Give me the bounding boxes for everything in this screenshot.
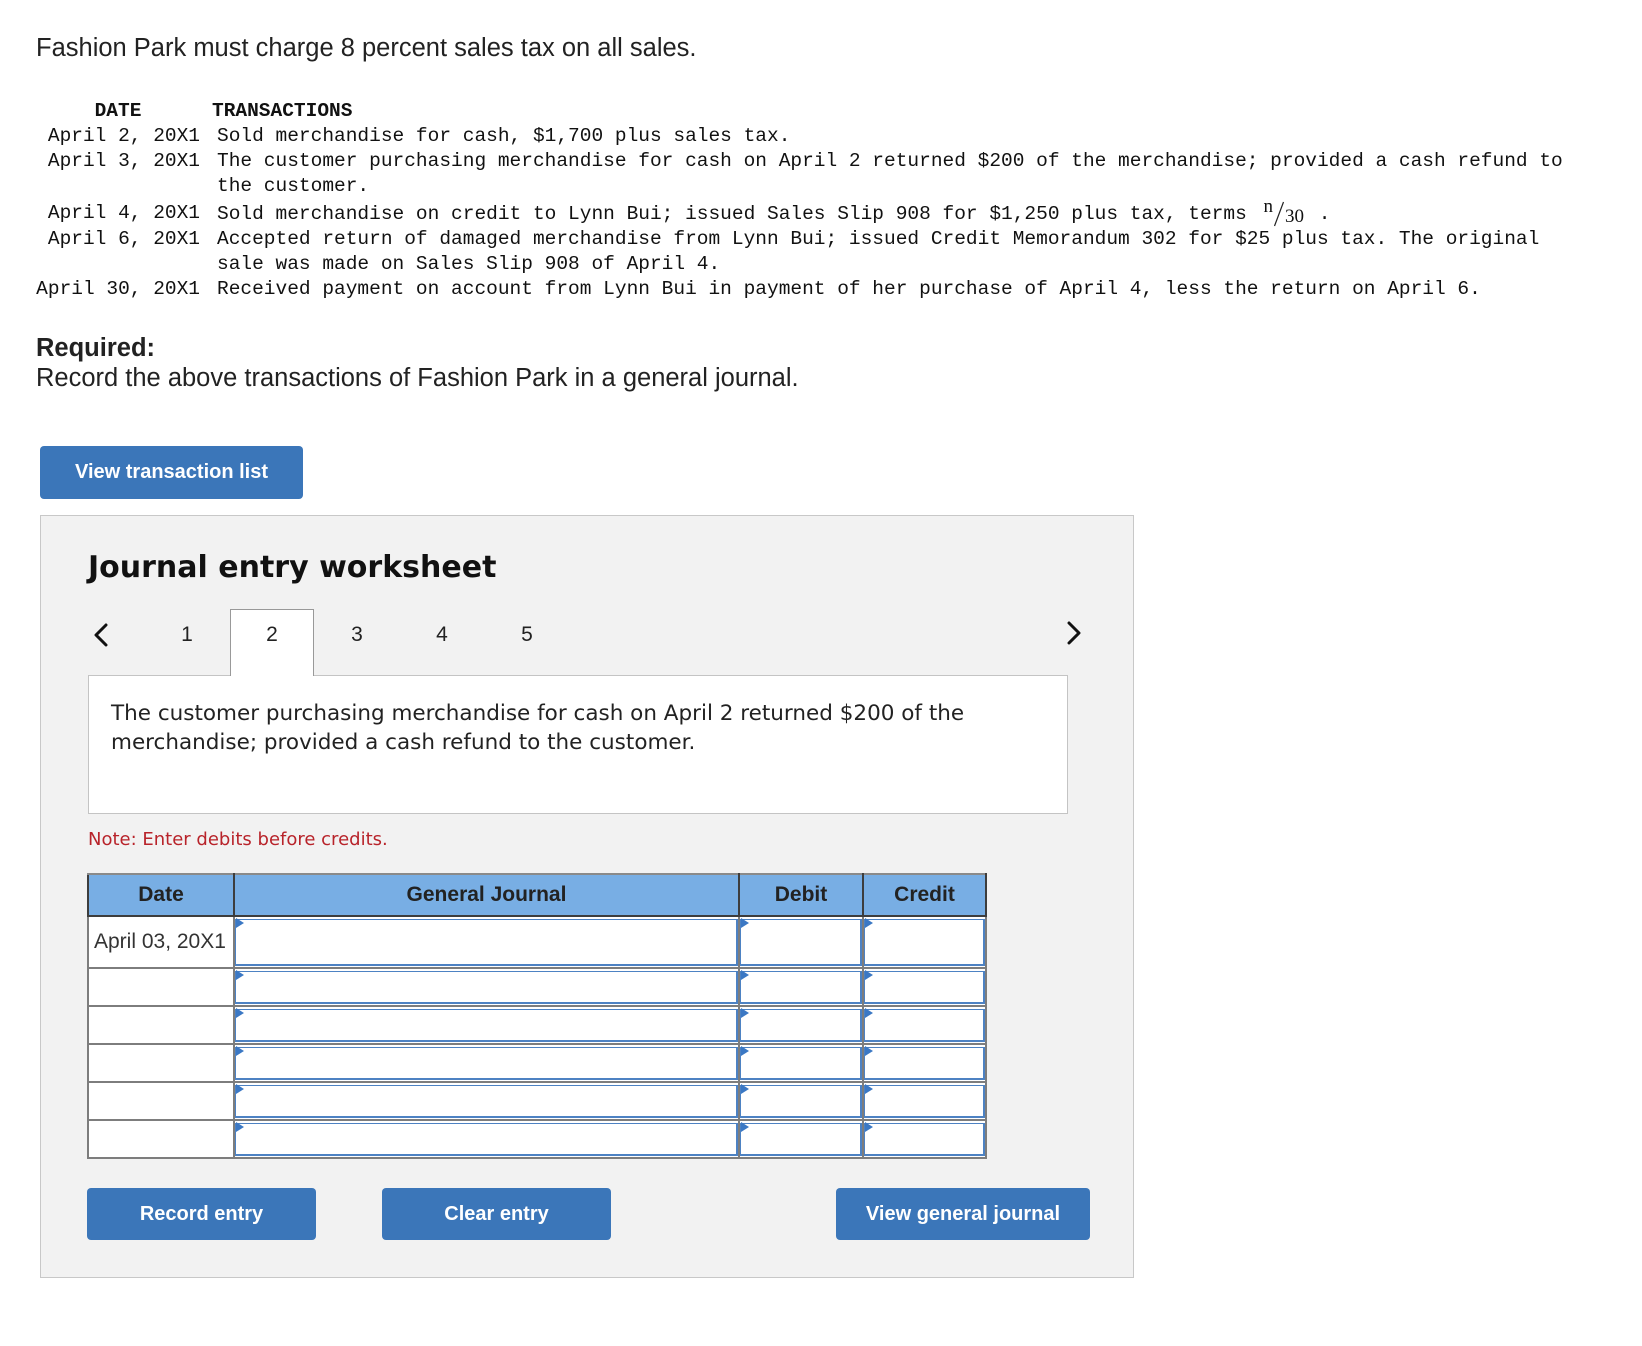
transaction-row: April 2, 20X1 Sold merchandise for cash,… [36, 124, 1582, 149]
debit-cell [738, 1005, 864, 1045]
account-cell [233, 1043, 740, 1083]
transaction-date: April 2, 20X1 [47, 125, 200, 147]
tab-1[interactable]: 1 [145, 609, 229, 676]
debit-cell [738, 915, 864, 969]
transaction-row: April 6, 20X1 Accepted return of damaged… [36, 227, 1582, 277]
required-text: Record the above transactions of Fashion… [36, 364, 799, 392]
journal-entry-worksheet-panel: Journal entry worksheet 1 2 3 4 5 The cu… [40, 515, 1134, 1278]
debit-input[interactable] [740, 970, 862, 1004]
column-header-debit: Debit [738, 873, 864, 917]
transaction-text-end: . [1318, 203, 1331, 225]
debit-cell [738, 1081, 864, 1121]
tab-3[interactable]: 3 [315, 609, 399, 676]
date-cell [87, 1043, 235, 1083]
credit-input[interactable] [864, 1122, 985, 1156]
credit-cell [862, 1081, 987, 1121]
chevron-right-icon[interactable] [1066, 621, 1082, 645]
credit-cell [862, 1119, 987, 1159]
transaction-row: April 30, 20X1 Received payment on accou… [36, 277, 1582, 302]
credit-input[interactable] [864, 1084, 985, 1118]
transaction-text: The customer purchasing merchandise for … [217, 150, 1563, 197]
transaction-date: April 30, 20X1 [36, 278, 200, 300]
date-cell: April 03, 20X1 [87, 915, 235, 969]
record-entry-button[interactable]: Record entry [87, 1188, 316, 1240]
journal-entry-table: Date General Journal Debit Credit April … [87, 873, 987, 1159]
transactions-column-header: TRANSACTIONS [212, 100, 353, 122]
debit-cell [738, 967, 864, 1007]
terms-numerator: n [1263, 196, 1273, 217]
transaction-date: April 4, 20X1 [47, 202, 200, 224]
journal-row [87, 1005, 987, 1045]
account-input[interactable] [235, 970, 738, 1004]
credit-cell [862, 915, 987, 969]
terms-denominator: 30 [1284, 206, 1304, 227]
debit-input[interactable] [740, 1046, 862, 1080]
transaction-text: Received payment on account from Lynn Bu… [217, 278, 1481, 300]
required-section: Required: Record the above transactions … [36, 333, 799, 393]
debit-cell [738, 1043, 864, 1083]
account-cell [233, 1081, 740, 1121]
credit-cell [862, 1005, 987, 1045]
debit-input[interactable] [740, 1084, 862, 1118]
chevron-left-icon[interactable] [93, 623, 109, 647]
transaction-date: April 3, 20X1 [47, 150, 200, 172]
transaction-description: The customer purchasing merchandise for … [111, 701, 965, 755]
transaction-date: April 6, 20X1 [47, 228, 200, 250]
fraction-slash-icon [1273, 201, 1285, 227]
account-cell [233, 967, 740, 1007]
account-cell [233, 915, 740, 969]
debit-input[interactable] [740, 1008, 862, 1042]
view-transaction-list-button[interactable]: View transaction list [40, 446, 303, 499]
credit-input[interactable] [864, 1046, 985, 1080]
required-label: Required: [36, 334, 156, 362]
worksheet-title: Journal entry worksheet [88, 550, 497, 585]
journal-row [87, 1081, 987, 1121]
column-header-credit: Credit [862, 873, 987, 917]
tab-2[interactable]: 2 [230, 609, 314, 676]
transaction-description-box: The customer purchasing merchandise for … [88, 675, 1068, 814]
transaction-text-main: Sold merchandise on credit to Lynn Bui; … [217, 203, 1247, 225]
credit-terms-fraction: n 30 [1263, 197, 1304, 227]
date-cell [87, 1081, 235, 1121]
transaction-row: April 4, 20X1 Sold merchandise on credit… [36, 197, 1582, 227]
transaction-row: April 3, 20X1 The customer purchasing me… [36, 149, 1582, 199]
debit-cell [738, 1119, 864, 1159]
account-input[interactable] [235, 1084, 738, 1118]
tab-5[interactable]: 5 [485, 609, 569, 676]
account-input[interactable] [235, 1122, 738, 1156]
date-column-header: DATE [94, 100, 142, 122]
credit-input[interactable] [864, 918, 985, 966]
credit-cell [862, 967, 987, 1007]
journal-row: April 03, 20X1 [87, 915, 987, 969]
date-cell [87, 1005, 235, 1045]
transaction-text: Sold merchandise for cash, $1,700 plus s… [217, 125, 791, 147]
account-input[interactable] [235, 918, 738, 966]
credit-cell [862, 1043, 987, 1083]
entry-note: Note: Enter debits before credits. [88, 829, 388, 850]
column-header-date: Date [87, 873, 235, 917]
account-input[interactable] [235, 1008, 738, 1042]
journal-row [87, 1043, 987, 1083]
journal-row [87, 967, 987, 1007]
account-cell [233, 1005, 740, 1045]
credit-input[interactable] [864, 1008, 985, 1042]
account-cell [233, 1119, 740, 1159]
credit-input[interactable] [864, 970, 985, 1004]
tab-4[interactable]: 4 [400, 609, 484, 676]
date-cell [87, 1119, 235, 1159]
transactions-header: DATE TRANSACTIONS [36, 99, 1582, 124]
debit-input[interactable] [740, 918, 862, 966]
problem-intro: Fashion Park must charge 8 percent sales… [36, 34, 697, 62]
journal-header-row: Date General Journal Debit Credit [87, 873, 987, 917]
journal-row [87, 1119, 987, 1159]
account-input[interactable] [235, 1046, 738, 1080]
transaction-text: Accepted return of damaged merchandise f… [217, 228, 1540, 275]
view-general-journal-button[interactable]: View general journal [836, 1188, 1090, 1240]
column-header-general-journal: General Journal [233, 873, 740, 917]
debit-input[interactable] [740, 1122, 862, 1156]
transaction-text: Sold merchandise on credit to Lynn Bui; … [217, 197, 1582, 227]
clear-entry-button[interactable]: Clear entry [382, 1188, 611, 1240]
date-cell [87, 967, 235, 1007]
transactions-list: DATE TRANSACTIONS April 2, 20X1 Sold mer… [36, 99, 1582, 302]
